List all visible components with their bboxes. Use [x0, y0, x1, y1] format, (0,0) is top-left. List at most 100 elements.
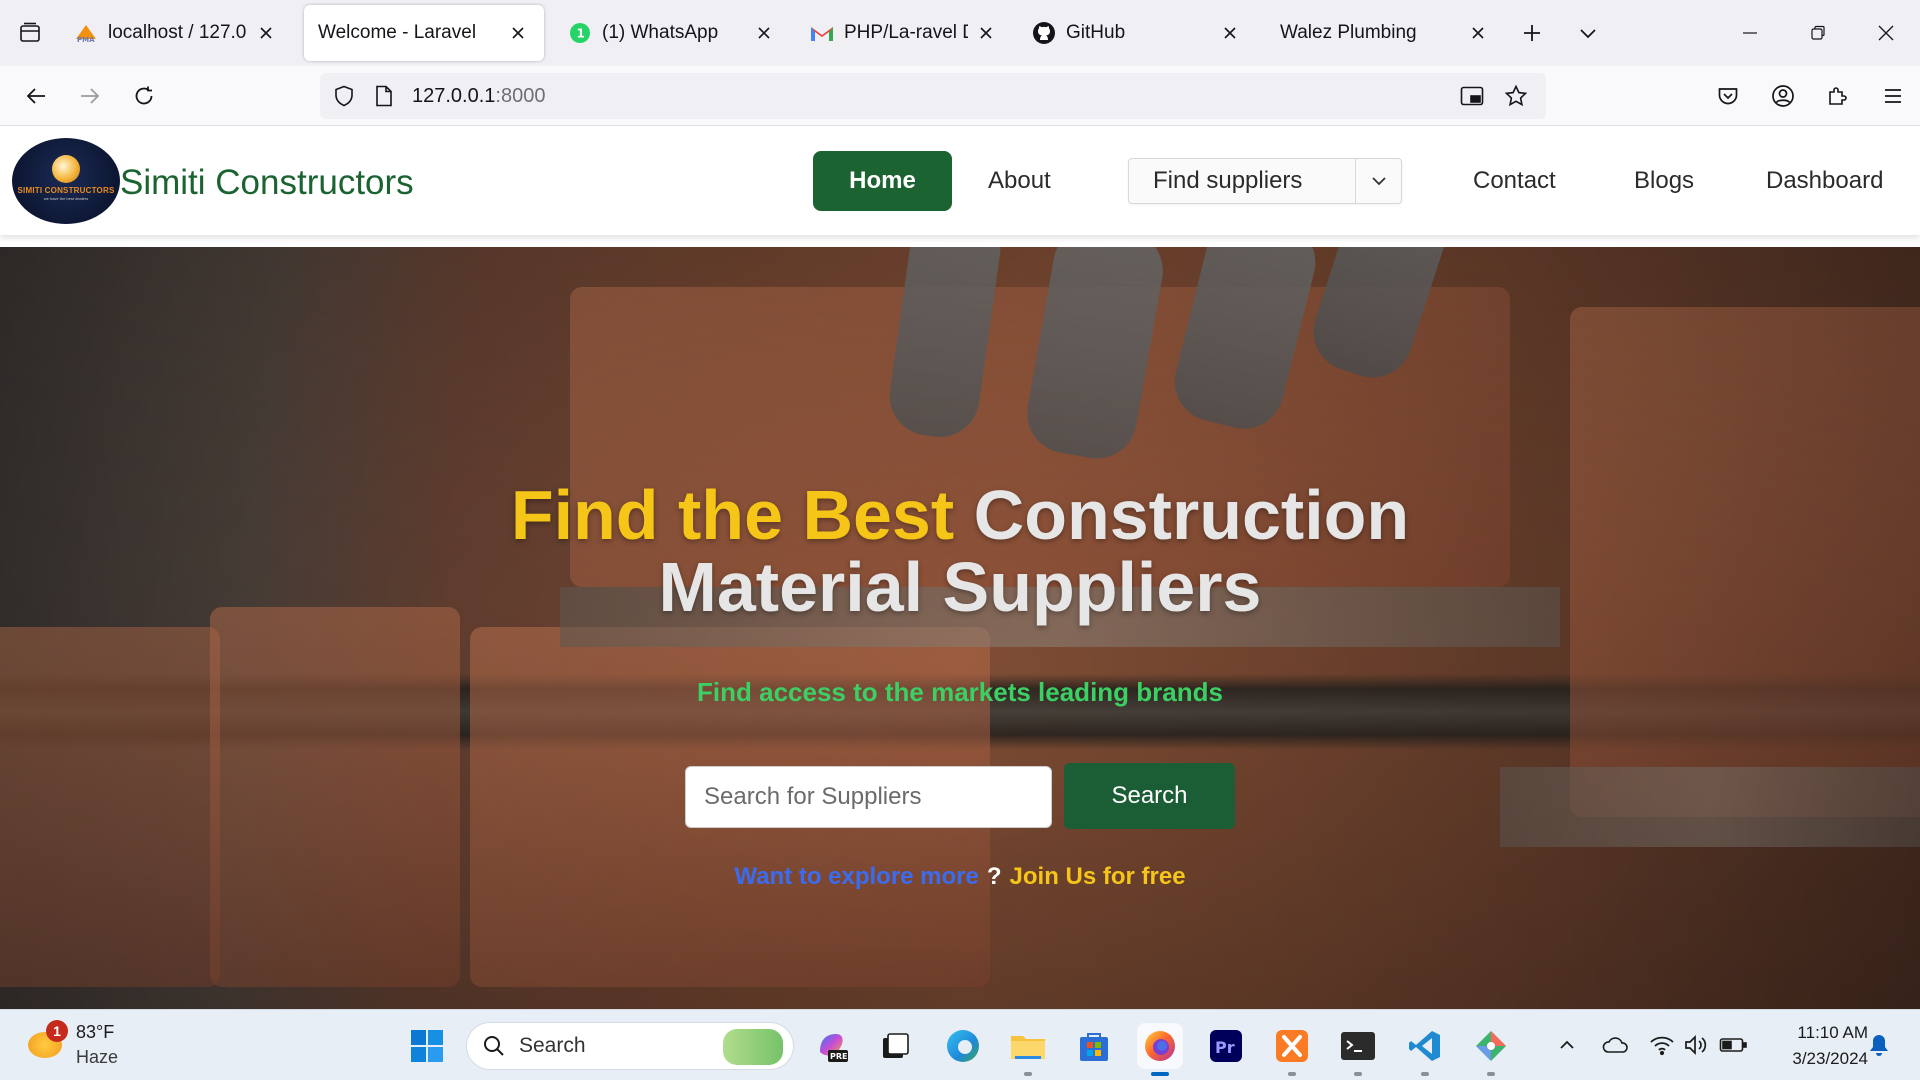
- git-tool-icon[interactable]: [1468, 1023, 1514, 1069]
- premiere-pro-icon[interactable]: Pr: [1203, 1023, 1249, 1069]
- active-app-indicator: [1151, 1072, 1169, 1076]
- browser-tab-strip: PMA localhost / 127.0.0.1 Welcome - Lara…: [0, 0, 1920, 66]
- wifi-icon[interactable]: [1645, 1028, 1679, 1062]
- main-menu: Home About Find suppliers Contact Blogs …: [0, 151, 1920, 211]
- tab-list-button[interactable]: [0, 0, 60, 66]
- extensions-button[interactable]: [1810, 74, 1865, 118]
- join-free-link[interactable]: Join Us for free: [1010, 863, 1186, 890]
- pocket-icon: [1718, 88, 1737, 105]
- url-text: 127.0.0.1:8000: [412, 85, 545, 108]
- nav-about[interactable]: About: [988, 151, 1051, 211]
- windows-icon: [411, 1030, 443, 1062]
- pocket-button[interactable]: [1700, 74, 1755, 118]
- reload-button[interactable]: [122, 74, 166, 118]
- whatsapp-icon: 1: [568, 21, 592, 45]
- tab-welcome-laravel[interactable]: Welcome - Laravel: [304, 5, 544, 61]
- tab-title: PHP/La-ravel Develo: [844, 22, 968, 43]
- find-suppliers-select[interactable]: Find suppliers: [1128, 158, 1402, 204]
- tab-title: GitHub: [1066, 22, 1126, 43]
- shield-icon[interactable]: [324, 73, 364, 119]
- chevron-down-icon: [1580, 29, 1596, 39]
- firefox-icon[interactable]: [1137, 1023, 1183, 1069]
- close-icon[interactable]: [254, 21, 278, 45]
- close-icon[interactable]: [1466, 21, 1490, 45]
- hero-title: Find the Best Construction Material Supp…: [0, 479, 1920, 623]
- file-explorer-icon[interactable]: [1005, 1023, 1051, 1069]
- site-header: SIMITI CONSTRUCTORS we have the best dea…: [0, 127, 1920, 235]
- account-icon: [1771, 85, 1794, 107]
- browser-navigation-bar: 127.0.0.1:8000: [0, 66, 1920, 126]
- close-icon: [1878, 25, 1894, 41]
- xampp-icon[interactable]: [1269, 1023, 1315, 1069]
- running-indicator: [1024, 1072, 1032, 1076]
- vscode-icon[interactable]: [1402, 1023, 1448, 1069]
- tab-title: localhost / 127.0.0.1: [108, 22, 248, 43]
- tab-title: (1) WhatsApp: [602, 22, 719, 43]
- nav-contact[interactable]: Contact: [1473, 151, 1556, 211]
- close-window-button[interactable]: [1852, 0, 1920, 66]
- taskbar-search-label: Search: [519, 1034, 586, 1057]
- new-tab-button[interactable]: [1504, 0, 1560, 66]
- restore-button[interactable]: [1784, 0, 1852, 66]
- nav-blogs[interactable]: Blogs: [1634, 151, 1694, 211]
- account-button[interactable]: [1755, 74, 1810, 118]
- list-all-tabs-button[interactable]: [1560, 0, 1616, 66]
- forward-button[interactable]: [68, 74, 112, 118]
- nav-dashboard[interactable]: Dashboard: [1766, 151, 1883, 211]
- edge-icon[interactable]: [940, 1023, 986, 1069]
- system-clock[interactable]: 11:10 AM 3/23/2024: [1792, 1020, 1868, 1072]
- hero-section: Find the Best Construction Material Supp…: [0, 247, 1920, 1009]
- tab-phpmyadmin[interactable]: PMA localhost / 127.0.0.1: [60, 5, 292, 61]
- close-icon[interactable]: [974, 21, 998, 45]
- copilot-icon[interactable]: PRE: [809, 1023, 855, 1069]
- microsoft-store-icon[interactable]: [1071, 1023, 1117, 1069]
- reload-icon: [135, 86, 153, 105]
- cta-question-mark: ?: [986, 863, 1002, 890]
- menu-button[interactable]: [1865, 74, 1920, 118]
- tab-whatsapp[interactable]: 1 (1) WhatsApp: [554, 5, 790, 61]
- hero-overlay: [0, 247, 1920, 1009]
- task-view-icon[interactable]: [872, 1023, 918, 1069]
- running-indicator: [1288, 1072, 1296, 1076]
- minimize-button[interactable]: [1716, 0, 1784, 66]
- chevron-up-icon[interactable]: [1550, 1028, 1584, 1062]
- clock-date: 3/23/2024: [1792, 1049, 1868, 1068]
- tab-walez-plumbing[interactable]: Walez Plumbing: [1266, 5, 1504, 61]
- nav-home[interactable]: Home: [813, 151, 952, 211]
- battery-icon[interactable]: [1716, 1028, 1750, 1062]
- hero-title-rest: Construction: [973, 476, 1410, 554]
- svg-text:Pr: Pr: [1215, 1038, 1235, 1057]
- url-host: 127.0.0.1: [412, 84, 496, 107]
- bookmark-star-icon[interactable]: [1494, 73, 1538, 119]
- weather-widget[interactable]: 1 83°F Haze: [24, 1020, 134, 1072]
- terminal-icon[interactable]: [1335, 1023, 1381, 1069]
- start-button[interactable]: [404, 1023, 450, 1069]
- close-icon[interactable]: [506, 21, 530, 45]
- tab-gmail[interactable]: PHP/La-ravel Develo: [796, 5, 1012, 61]
- search-button[interactable]: Search: [1064, 763, 1235, 829]
- weather-description: Haze: [76, 1047, 119, 1067]
- arrow-left-icon: [26, 88, 45, 104]
- picture-in-picture-icon[interactable]: [1450, 73, 1494, 119]
- back-button[interactable]: [14, 74, 58, 118]
- hero-title-highlight: Find the Best: [510, 476, 955, 554]
- address-bar[interactable]: 127.0.0.1:8000: [320, 73, 1546, 119]
- notification-bell-icon[interactable]: [1862, 1028, 1896, 1062]
- page-info-icon[interactable]: [364, 73, 404, 119]
- hero-cta: Want to explore more? Join Us for free: [0, 863, 1920, 891]
- gmail-icon: [810, 21, 834, 45]
- explore-more-link[interactable]: Want to explore more: [734, 863, 978, 890]
- tab-github[interactable]: GitHub: [1018, 5, 1256, 61]
- hero-title-line2: Material Suppliers: [658, 548, 1262, 626]
- close-icon[interactable]: [752, 21, 776, 45]
- onedrive-cloud-icon[interactable]: [1598, 1028, 1632, 1062]
- svg-text:PRE: PRE: [830, 1052, 848, 1061]
- close-icon[interactable]: [1218, 21, 1242, 45]
- volume-icon[interactable]: [1680, 1028, 1714, 1062]
- window-controls: [1716, 0, 1920, 66]
- supplier-search-input[interactable]: [685, 766, 1052, 828]
- taskbar-search[interactable]: Search: [466, 1022, 794, 1070]
- windows-taskbar: 1 83°F Haze Search PRE Pr 11:10 AM 3/23/…: [0, 1009, 1920, 1080]
- hero-subtitle: Find access to the markets leading brand…: [697, 677, 1223, 707]
- puzzle-icon: [1828, 87, 1847, 105]
